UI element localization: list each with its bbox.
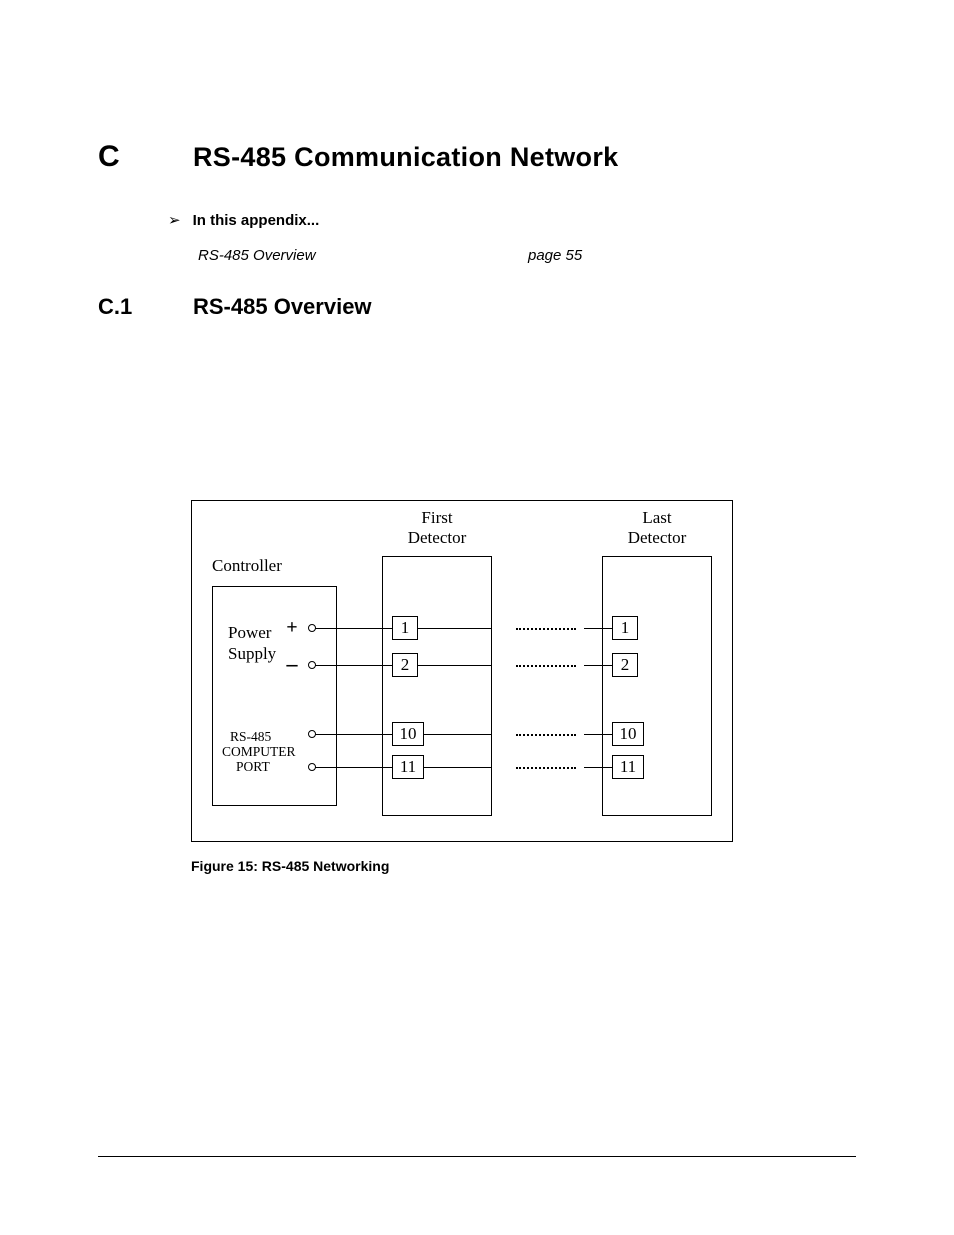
power-label: Power [228,623,271,643]
diagram: Controller First Detector Last Detector … [191,500,733,842]
last-pin-1: 1 [612,616,638,640]
wire-dotted [516,767,576,769]
page: C RS-485 Communication Network ➢ In this… [0,0,954,1235]
wire-dotted [516,628,576,630]
wire-dotted [516,665,576,667]
section-number: C.1 [98,294,193,320]
first-pin-10: 10 [392,722,424,746]
minus-symbol: – [287,651,298,677]
wire [584,665,612,666]
controller-box [212,586,337,806]
supply-label: Supply [228,644,276,664]
toc-entry: RS-485 Overview page 55 [198,247,856,264]
toc-entry-label: RS-485 Overview [198,247,528,264]
plus-symbol: + [286,617,297,640]
arrow-icon: ➢ [168,213,181,228]
figure-wrap: Controller First Detector Last Detector … [191,500,856,874]
wire [315,665,392,666]
port-line-2: COMPUTER [222,744,296,760]
wire [418,665,492,666]
figure-caption: Figure 15: RS-485 Networking [191,858,856,874]
wire [584,734,612,735]
wire [424,767,492,768]
toc-intro: In this appendix... [193,212,320,229]
section-heading-row: C.1 RS-485 Overview [98,294,856,320]
toc-entry-page: page 55 [528,247,582,264]
last-pin-11: 11 [612,755,644,779]
appendix-letter: C [98,140,193,174]
controller-label: Controller [212,556,282,576]
first-pin-2: 2 [392,653,418,677]
wire [315,767,392,768]
port-line-1: RS-485 [230,729,271,745]
last-detector-label: Last Detector [612,508,702,547]
appendix-title: RS-485 Communication Network [193,142,618,173]
toc-intro-row: ➢ In this appendix... [168,212,856,229]
appendix-heading-row: C RS-485 Communication Network [98,140,856,174]
last-pin-10: 10 [612,722,644,746]
first-detector-label: First Detector [392,508,482,547]
wire [315,628,392,629]
wire [424,734,492,735]
wire [315,734,392,735]
wire [584,767,612,768]
wire [418,628,492,629]
wire-dotted [516,734,576,736]
port-line-3: PORT [236,759,270,775]
first-pin-1: 1 [392,616,418,640]
footer-rule [98,1156,856,1157]
first-pin-11: 11 [392,755,424,779]
section-title: RS-485 Overview [193,294,372,320]
last-pin-2: 2 [612,653,638,677]
wire [584,628,612,629]
